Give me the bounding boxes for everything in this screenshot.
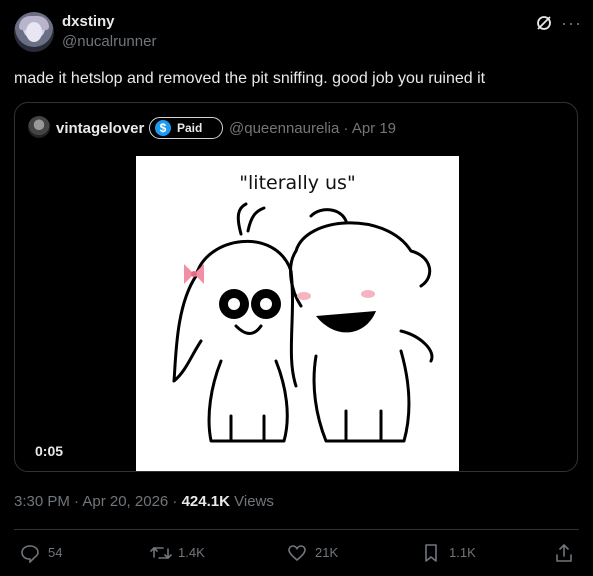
reply-icon — [21, 545, 39, 563]
repost-count: 1.4K — [178, 545, 205, 560]
quoted-post[interactable]: vintagelover $ Paid @queennaurelia · Apr… — [14, 102, 578, 472]
like-count: 21K — [315, 545, 339, 560]
grok-icon[interactable] — [535, 14, 553, 32]
paid-badge-label: Paid — [177, 121, 203, 135]
repost-button[interactable]: 1.4K — [150, 543, 220, 563]
avatar-face — [26, 22, 42, 42]
repost-icon — [150, 547, 172, 559]
heart-icon — [288, 545, 306, 562]
views-label: Views — [229, 493, 274, 510]
more-icon[interactable]: ··· — [561, 14, 582, 32]
paid-badge[interactable]: $ Paid — [149, 117, 223, 139]
handle[interactable]: @nucalrunner — [62, 33, 156, 50]
quoted-meta[interactable]: @queennaurelia · Apr 19 — [229, 120, 396, 137]
bookmark-button[interactable]: 1.1K — [421, 543, 481, 563]
divider — [14, 529, 579, 530]
video-duration: 0:05 — [35, 443, 64, 459]
display-name[interactable]: dxstiny — [62, 13, 115, 30]
post-timestamp[interactable]: 3:30 PM · Apr 20, 2026 · 424.1K Views — [14, 493, 274, 510]
cartoon-illustration — [172, 202, 434, 443]
bookmark-count: 1.1K — [449, 545, 476, 560]
post-text: made it hetslop and removed the pit snif… — [14, 70, 486, 87]
quoted-avatar[interactable] — [28, 116, 50, 138]
avatar[interactable] — [14, 12, 54, 52]
share-icon — [556, 544, 572, 562]
share-button[interactable] — [554, 543, 574, 563]
reply-count: 54 — [48, 545, 63, 560]
dollar-icon: $ — [155, 120, 171, 136]
reply-button[interactable]: 54 — [20, 543, 80, 563]
video-player[interactable]: "literally us" — [136, 156, 459, 471]
timestamp-text: 3:30 PM · Apr 20, 2026 · — [14, 493, 182, 510]
quoted-display-name[interactable]: vintagelover — [56, 120, 144, 137]
views-count: 424.1K — [181, 493, 230, 510]
like-button[interactable]: 21K — [287, 543, 347, 563]
bookmark-icon — [425, 544, 437, 562]
